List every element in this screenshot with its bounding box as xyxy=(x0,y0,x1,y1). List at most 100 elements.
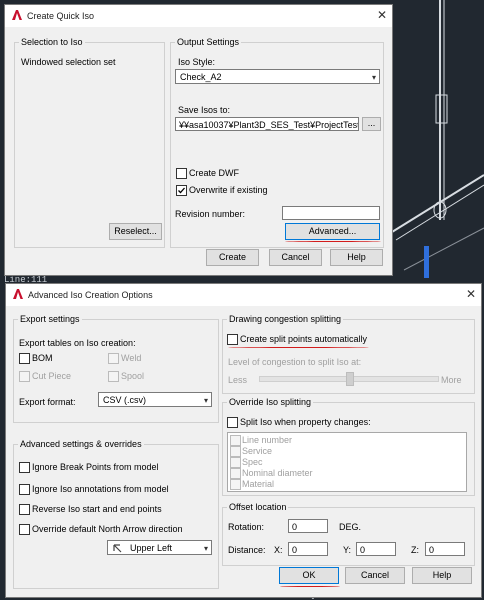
autocad-logo-icon xyxy=(13,289,23,299)
selection-text: Windowed selection set xyxy=(21,57,116,67)
north-arrow-select[interactable]: Upper Left ▾ xyxy=(107,540,212,555)
revision-label: Revision number: xyxy=(175,209,246,219)
weld-checkbox[interactable] xyxy=(108,353,119,364)
chevron-down-icon: ▾ xyxy=(371,73,376,82)
reverse-iso-label: Reverse Iso start and end points xyxy=(32,504,162,514)
rotation-label: Rotation: xyxy=(228,522,265,532)
iso-style-select[interactable]: Check_A2 ▾ xyxy=(175,69,380,84)
z-label: Z: xyxy=(411,545,419,555)
reverse-iso-checkbox[interactable] xyxy=(19,504,30,515)
advanced-button[interactable]: Advanced... xyxy=(285,223,380,240)
selection-group: Selection to Iso xyxy=(14,37,165,248)
help-button[interactable]: Help xyxy=(412,567,472,584)
reselect-button[interactable]: Reselect... xyxy=(109,223,162,240)
cancel-button[interactable]: Cancel xyxy=(269,249,322,266)
cut-piece-label: Cut Piece xyxy=(32,371,72,381)
offset-location-group: Offset location xyxy=(222,502,475,566)
split-when-label: Split Iso when property changes: xyxy=(240,417,371,427)
spool-checkbox[interactable] xyxy=(108,371,119,382)
export-format-select[interactable]: CSV (.csv) ▾ xyxy=(98,392,212,407)
annotation-underline xyxy=(285,241,381,242)
create-split-label: Create split points automatically xyxy=(240,334,368,344)
advanced-iso-dialog: Advanced Iso Creation Options ✕ Export s… xyxy=(5,283,482,598)
export-format-value: CSV (.csv) xyxy=(103,395,147,405)
north-arrow-value: Upper Left xyxy=(130,543,173,553)
split-when-checkbox[interactable] xyxy=(227,417,238,428)
bom-checkbox[interactable] xyxy=(19,353,30,364)
distance-label: Distance: xyxy=(228,545,266,555)
quick-title: Create Quick Iso xyxy=(27,11,95,21)
selection-group-label: Selection to Iso xyxy=(21,37,83,47)
adv-titlebar: Advanced Iso Creation Options ✕ xyxy=(6,284,481,306)
save-path-field[interactable]: ¥¥asa10037¥Plant3D_SES_Test¥ProjectTest0… xyxy=(175,117,359,131)
property-list[interactable]: Line number Service Spec Nominal diamete… xyxy=(227,432,467,492)
property-service: Service xyxy=(242,446,273,456)
export-format-label: Export format: xyxy=(19,397,76,407)
overwrite-label: Overwrite if existing xyxy=(189,185,268,195)
cut-piece-checkbox[interactable] xyxy=(19,371,30,382)
ignore-break-checkbox[interactable] xyxy=(19,462,30,473)
x-label: X: xyxy=(274,545,283,555)
adv-title: Advanced Iso Creation Options xyxy=(28,290,153,300)
property-checkbox[interactable] xyxy=(230,457,241,468)
weld-label: Weld xyxy=(121,353,142,363)
create-quick-iso-dialog: Create Quick Iso ✕ Selection to Iso Wind… xyxy=(4,4,393,276)
rotation-input[interactable]: 0 xyxy=(288,519,328,533)
property-line-number: Line number xyxy=(242,435,293,445)
advanced-overrides-label: Advanced settings & overrides xyxy=(20,439,142,449)
ignore-annotations-checkbox[interactable] xyxy=(19,484,30,495)
help-button[interactable]: Help xyxy=(330,249,383,266)
create-split-checkbox[interactable] xyxy=(227,334,238,345)
annotation-underline xyxy=(280,586,340,587)
property-checkbox[interactable] xyxy=(230,468,241,479)
y-input[interactable]: 0 xyxy=(356,542,396,556)
north-arrow-icon xyxy=(113,544,122,553)
ok-button[interactable]: OK xyxy=(279,567,339,584)
x-input[interactable]: 0 xyxy=(288,542,328,556)
autocad-logo-icon xyxy=(12,10,22,20)
checkmark-icon xyxy=(178,187,185,194)
congestion-label: Drawing congestion splitting xyxy=(229,314,342,324)
revision-input[interactable] xyxy=(282,206,380,220)
output-settings-label: Output Settings xyxy=(177,37,240,47)
deg-label: DEG. xyxy=(339,522,362,532)
cancel-button[interactable]: Cancel xyxy=(345,567,405,584)
ignore-break-label: Ignore Break Points from model xyxy=(32,462,159,472)
slider-less-label: Less xyxy=(228,375,248,385)
override-splitting-label: Override Iso splitting xyxy=(229,397,312,407)
export-settings-label: Export settings xyxy=(20,314,80,324)
iso-style-label: Iso Style: xyxy=(178,57,216,67)
iso-style-value: Check_A2 xyxy=(180,72,222,82)
override-north-label: Override default North Arrow direction xyxy=(32,524,183,534)
z-input[interactable]: 0 xyxy=(425,542,465,556)
create-button[interactable]: Create xyxy=(206,249,259,266)
property-checkbox[interactable] xyxy=(230,479,241,490)
property-checkbox[interactable] xyxy=(230,446,241,457)
annotation-underline xyxy=(228,347,369,348)
save-isos-label: Save Isos to: xyxy=(178,105,231,115)
congestion-level-label: Level of congestion to split Iso at: xyxy=(228,357,362,367)
property-material: Material xyxy=(242,479,275,489)
property-checkbox[interactable] xyxy=(230,435,241,446)
override-north-checkbox[interactable] xyxy=(19,524,30,535)
create-dwf-checkbox[interactable] xyxy=(176,168,187,179)
spool-label: Spool xyxy=(121,371,145,381)
offset-location-label: Offset location xyxy=(229,502,287,512)
chevron-down-icon: ▾ xyxy=(203,544,208,553)
y-label: Y: xyxy=(343,545,352,555)
slider-thumb[interactable] xyxy=(346,372,354,386)
slider-more-label: More xyxy=(441,375,462,385)
bom-label: BOM xyxy=(32,353,53,363)
property-spec: Spec xyxy=(242,457,263,467)
property-nominal-diameter: Nominal diameter xyxy=(242,468,313,478)
chevron-down-icon: ▾ xyxy=(203,396,208,405)
close-icon[interactable]: ✕ xyxy=(377,8,387,22)
overwrite-checkbox[interactable] xyxy=(176,185,187,196)
congestion-slider[interactable] xyxy=(259,372,439,386)
close-icon[interactable]: ✕ xyxy=(466,287,476,301)
ignore-annotations-label: Ignore Iso annotations from model xyxy=(32,484,169,494)
create-dwf-label: Create DWF xyxy=(189,168,240,178)
quick-titlebar: Create Quick Iso ✕ xyxy=(5,5,392,27)
browse-button[interactable]: ... xyxy=(362,117,381,131)
export-tables-label: Export tables on Iso creation: xyxy=(19,338,136,348)
